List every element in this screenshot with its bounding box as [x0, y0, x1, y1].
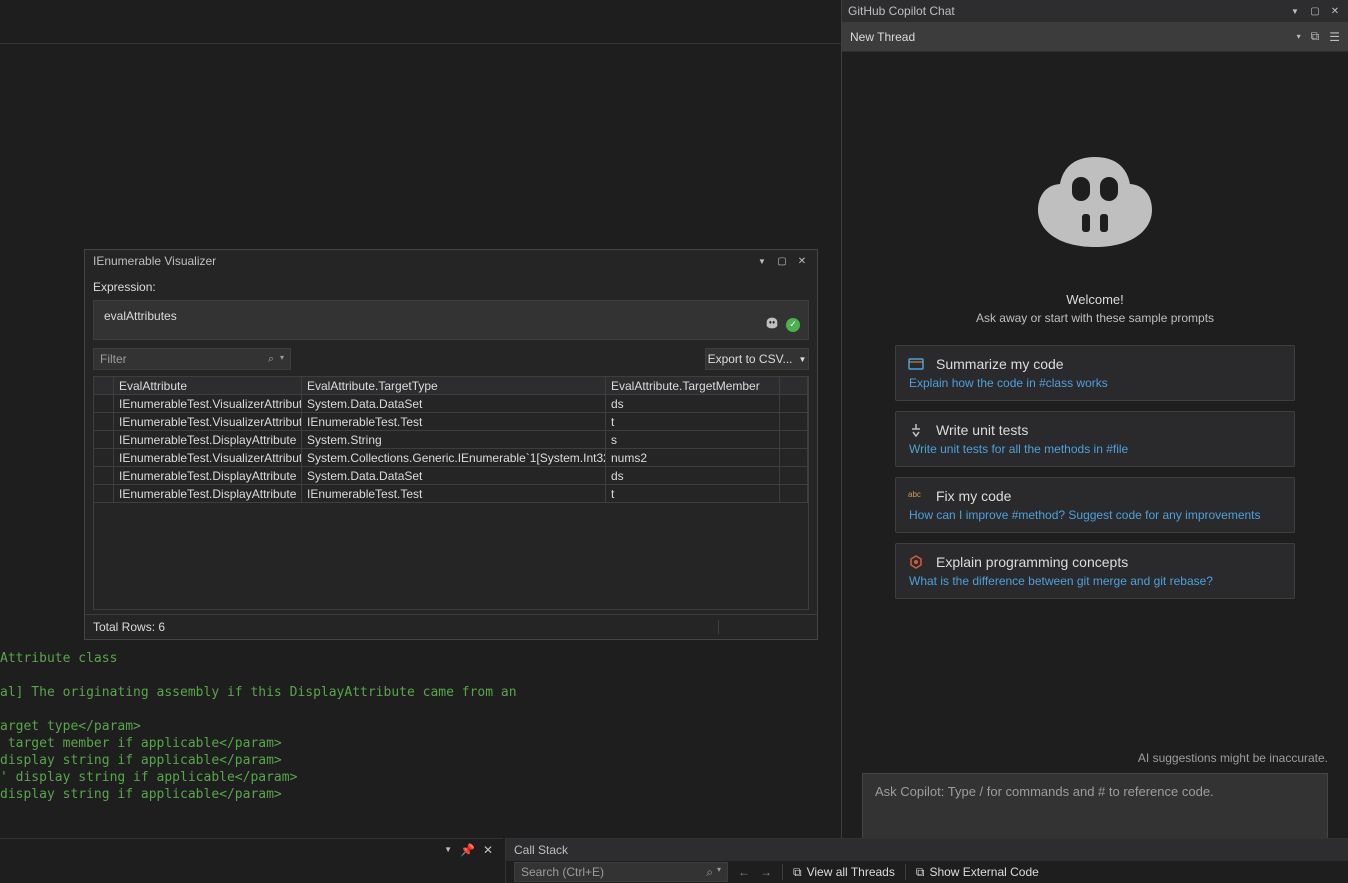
window-dropdown-icon[interactable]: ▼	[444, 845, 452, 854]
thread-dropdown-icon[interactable]: ▾	[1297, 32, 1301, 41]
callstack-search[interactable]: Search (Ctrl+E) ⌕▾	[514, 862, 728, 882]
total-rows: Total Rows: 6	[93, 620, 165, 634]
forward-icon[interactable]: →	[760, 865, 772, 879]
list-icon[interactable]: ☰	[1329, 30, 1340, 44]
tool-window-controls: ▼ 📌 ✕	[0, 838, 503, 860]
prompt-icon	[908, 356, 924, 372]
prompt-icon	[908, 554, 924, 570]
close-icon[interactable]: ✕	[795, 254, 809, 268]
column-header[interactable]: EvalAttribute.TargetMember	[606, 377, 780, 394]
copilot-panel: GitHub Copilot Chat ▼ ▢ ✕ New Thread ▾ ⧉…	[841, 0, 1348, 883]
back-icon[interactable]: ←	[738, 865, 750, 879]
table-row[interactable]: IEnumerableTest.VisualizerAttributeSyste…	[94, 449, 808, 467]
svg-text:abc: abc	[908, 490, 921, 499]
pin-icon[interactable]: 📌	[460, 843, 475, 857]
callstack-title: Call Stack	[514, 843, 568, 857]
prompt-card[interactable]: Summarize my codeExplain how the code in…	[895, 345, 1295, 401]
search-icon[interactable]: ⌕	[268, 353, 274, 366]
close-icon[interactable]: ✕	[1328, 4, 1342, 18]
view-threads-button[interactable]: ⧉ View all Threads	[793, 865, 895, 880]
prompt-card[interactable]: Write unit testsWrite unit tests for all…	[895, 411, 1295, 467]
table-row[interactable]: IEnumerableTest.DisplayAttributeSystem.S…	[94, 431, 808, 449]
external-code-icon: ⧉	[916, 865, 925, 880]
prompt-card[interactable]: abcFix my codeHow can I improve #method?…	[895, 477, 1295, 533]
expression-value: evalAttributes	[104, 309, 177, 323]
prompt-icon	[908, 422, 924, 438]
table-row[interactable]: IEnumerableTest.DisplayAttributeSystem.D…	[94, 467, 808, 485]
ai-disclaimer: AI suggestions might be inaccurate.	[862, 751, 1328, 765]
window-dropdown-icon[interactable]: ▼	[755, 254, 769, 268]
callstack-panel: Call Stack Search (Ctrl+E) ⌕▾ ← → ⧉ View…	[505, 838, 1348, 883]
data-grid: EvalAttribute EvalAttribute.TargetType E…	[93, 376, 809, 610]
table-row[interactable]: IEnumerableTest.VisualizerAttributeIEnum…	[94, 413, 808, 431]
code-editor-background: Attribute class al] The originating asse…	[0, 650, 517, 803]
maximize-icon[interactable]: ▢	[1308, 4, 1322, 18]
column-header[interactable]: EvalAttribute	[114, 377, 302, 394]
search-icon[interactable]: ⌕	[706, 865, 713, 880]
prompt-card[interactable]: Explain programming conceptsWhat is the …	[895, 543, 1295, 599]
thread-label[interactable]: New Thread	[850, 30, 1297, 44]
window-dropdown-icon[interactable]: ▼	[1288, 4, 1302, 18]
table-row[interactable]: IEnumerableTest.DisplayAttributeIEnumera…	[94, 485, 808, 503]
visualizer-title: IEnumerable Visualizer	[93, 254, 755, 268]
maximize-icon[interactable]: ▢	[775, 254, 789, 268]
column-header[interactable]: EvalAttribute.TargetType	[302, 377, 606, 394]
expression-box[interactable]: evalAttributes ✓	[93, 300, 809, 340]
welcome-subtitle: Ask away or start with these sample prom…	[976, 311, 1214, 325]
dropdown-icon[interactable]: ▾	[717, 865, 721, 880]
table-row[interactable]: IEnumerableTest.VisualizerAttributeSyste…	[94, 395, 808, 413]
prompt-icon: abc	[908, 488, 924, 504]
expression-label: Expression:	[93, 280, 809, 294]
grid-header: EvalAttribute EvalAttribute.TargetType E…	[94, 377, 808, 395]
ienumerable-visualizer-window: IEnumerable Visualizer ▼ ▢ ✕ Expression:…	[84, 249, 818, 640]
copilot-icon[interactable]	[764, 316, 780, 333]
close-icon[interactable]: ✕	[483, 843, 493, 857]
new-thread-icon[interactable]: ⧉	[1311, 29, 1320, 44]
check-icon: ✓	[786, 318, 800, 332]
copilot-title: GitHub Copilot Chat	[848, 4, 1288, 18]
filter-dropdown-icon[interactable]: ▾	[280, 353, 284, 366]
export-csv-button[interactable]: Export to CSV...▼	[705, 348, 809, 370]
welcome-title: Welcome!	[1066, 292, 1124, 307]
copilot-logo-icon	[1030, 152, 1160, 262]
threads-icon: ⧉	[793, 865, 802, 880]
show-external-button[interactable]: ⧉ Show External Code	[916, 865, 1039, 880]
filter-input[interactable]: Filter ⌕▾	[93, 348, 291, 370]
